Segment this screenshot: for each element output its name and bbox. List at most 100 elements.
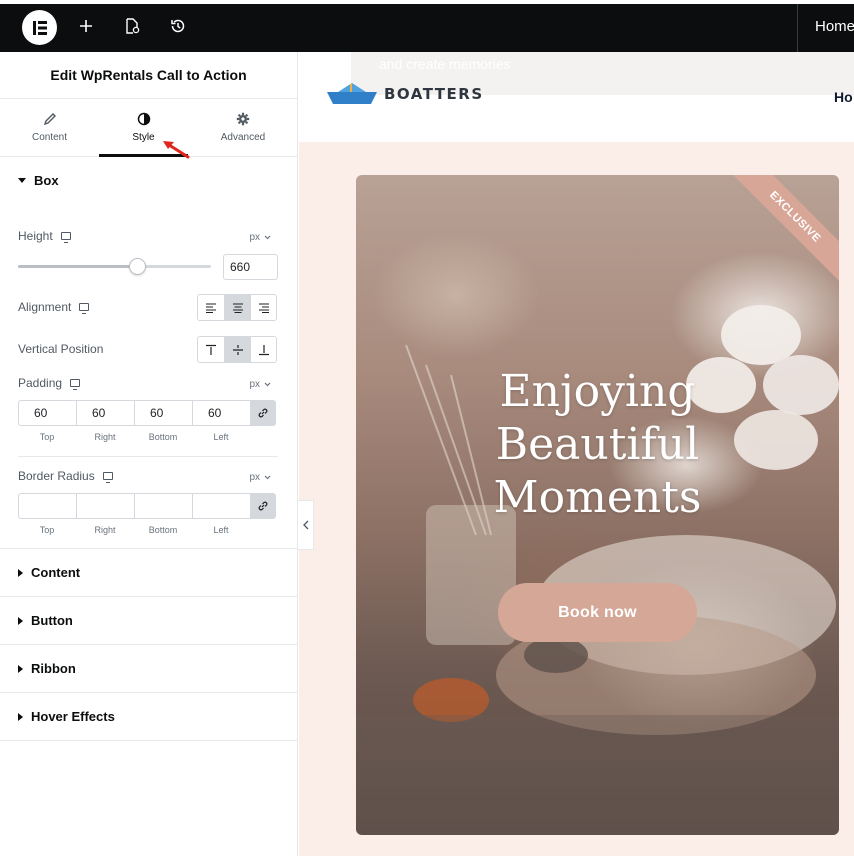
- alignment-label-group: Alignment: [18, 300, 90, 314]
- desktop-icon[interactable]: [70, 379, 81, 390]
- height-unit-select[interactable]: px: [249, 232, 271, 243]
- height-input[interactable]: 660: [223, 254, 278, 280]
- boat-logo-icon: [327, 83, 377, 104]
- site-nav-home[interactable]: Ho: [834, 89, 853, 105]
- section-box-toggle[interactable]: Box: [0, 157, 297, 203]
- height-slider-track[interactable]: [18, 265, 211, 268]
- section-hover-effects-title: Hover Effects: [31, 709, 115, 724]
- top-stripe: [0, 0, 854, 4]
- padding-inputs: 60 60 60 60: [18, 400, 278, 426]
- radius-top-label: Top: [39, 525, 55, 535]
- align-right-button[interactable]: [250, 295, 276, 320]
- caret-right-icon: [18, 712, 23, 721]
- tab-content[interactable]: Content: [0, 99, 99, 156]
- section-ribbon-title: Ribbon: [31, 661, 76, 676]
- editor-panel: Edit WpRentals Call to Action Content St…: [0, 52, 298, 856]
- border-radius-unit-value: px: [249, 472, 260, 483]
- brand-name: BOATTERS: [384, 85, 484, 103]
- editor-topbar: Home: [0, 0, 854, 52]
- border-radius-label-group: Border Radius: [18, 469, 113, 483]
- alignment-buttons: [197, 294, 277, 321]
- cta-title-line: Moments: [493, 472, 702, 523]
- desktop-icon[interactable]: [60, 232, 71, 243]
- add-element-button[interactable]: [74, 14, 98, 38]
- chevron-down-icon: [264, 235, 271, 240]
- panel-collapse-button[interactable]: [298, 500, 314, 550]
- vertical-position-buttons: [197, 336, 277, 363]
- vertical-position-label-group: Vertical Position: [18, 342, 103, 356]
- radius-top-input[interactable]: [18, 493, 76, 519]
- padding-link-button[interactable]: [250, 400, 276, 426]
- chevron-left-icon: [302, 520, 308, 530]
- cta-title-line: Enjoying: [499, 366, 696, 417]
- divider: [18, 456, 278, 457]
- alignment-label: Alignment: [18, 300, 72, 314]
- gear-icon: [236, 112, 250, 126]
- padding-right-label: Right: [94, 432, 116, 442]
- padding-bottom-input[interactable]: 60: [134, 400, 192, 426]
- section-ribbon-toggle[interactable]: Ribbon: [0, 645, 298, 693]
- page-settings-button[interactable]: [120, 14, 144, 38]
- border-radius-unit-select[interactable]: px: [249, 472, 271, 483]
- padding-top-label: Top: [39, 432, 55, 442]
- history-button[interactable]: [166, 14, 190, 38]
- border-radius-label: Border Radius: [18, 469, 95, 483]
- topbar-home-link[interactable]: Home: [815, 18, 854, 35]
- radius-left-input[interactable]: [192, 493, 250, 519]
- border-radius-input-labels: Top Right Bottom Left: [18, 525, 250, 535]
- desktop-icon[interactable]: [102, 472, 113, 483]
- elementor-logo[interactable]: [22, 10, 57, 45]
- height-label-group: Height: [18, 229, 71, 243]
- align-bottom-icon: [258, 344, 269, 355]
- section-content-toggle[interactable]: Content: [0, 549, 298, 597]
- panel-tabs: Content Style Advanced: [0, 99, 298, 159]
- contrast-icon: [137, 112, 150, 126]
- elementor-logo-icon: [32, 20, 47, 35]
- align-center-icon: [232, 302, 243, 313]
- valign-middle-button[interactable]: [224, 337, 250, 362]
- chevron-down-icon: [264, 382, 271, 387]
- caret-right-icon: [18, 616, 23, 625]
- link-icon: [258, 501, 268, 511]
- collapsed-sections: Content Button Ribbon Hover Effects: [0, 548, 298, 741]
- tab-style-label: Style: [132, 132, 155, 143]
- book-now-button[interactable]: Book now: [498, 583, 697, 642]
- valign-top-button[interactable]: [198, 337, 224, 362]
- history-icon: [171, 19, 185, 33]
- site-brand[interactable]: BOATTERS: [326, 82, 484, 106]
- radius-left-label: Left: [213, 525, 229, 535]
- padding-label-group: Padding: [18, 376, 81, 390]
- align-left-button[interactable]: [198, 295, 224, 320]
- height-slider-thumb[interactable]: [129, 258, 147, 275]
- section-box-title: Box: [34, 172, 59, 188]
- page-settings-icon: [126, 18, 140, 34]
- caret-right-icon: [18, 568, 23, 577]
- valign-bottom-button[interactable]: [250, 337, 276, 362]
- red-arrow-icon: [163, 141, 190, 159]
- padding-unit-select[interactable]: px: [249, 379, 271, 390]
- radius-right-input[interactable]: [76, 493, 134, 519]
- padding-left-label: Left: [213, 432, 229, 442]
- section-button-toggle[interactable]: Button: [0, 597, 298, 645]
- panel-title: Edit WpRentals Call to Action: [0, 52, 297, 99]
- padding-top-input[interactable]: 60: [18, 400, 76, 426]
- radius-bottom-input[interactable]: [134, 493, 192, 519]
- padding-bottom-label: Bottom: [148, 432, 178, 442]
- header-overlay-text: and create memories: [379, 56, 511, 72]
- section-content-title: Content: [31, 565, 81, 580]
- caret-right-icon: [18, 664, 23, 673]
- padding-left-input[interactable]: 60: [192, 400, 250, 426]
- section-button-title: Button: [31, 613, 73, 628]
- tab-advanced-label: Advanced: [220, 132, 266, 143]
- radius-link-button[interactable]: [250, 493, 276, 519]
- section-hover-effects-toggle[interactable]: Hover Effects: [0, 693, 298, 741]
- desktop-icon[interactable]: [79, 303, 90, 314]
- radius-bottom-label: Bottom: [148, 525, 178, 535]
- padding-label: Padding: [18, 376, 63, 390]
- height-label: Height: [18, 229, 53, 243]
- cta-title-line: Beautiful: [495, 419, 700, 470]
- align-center-button[interactable]: [224, 295, 250, 320]
- call-to-action-box[interactable]: EXCLUSIVE Enjoying Beautiful Moments Boo…: [356, 175, 839, 835]
- tab-advanced[interactable]: Advanced: [188, 99, 298, 156]
- padding-right-input[interactable]: 60: [76, 400, 134, 426]
